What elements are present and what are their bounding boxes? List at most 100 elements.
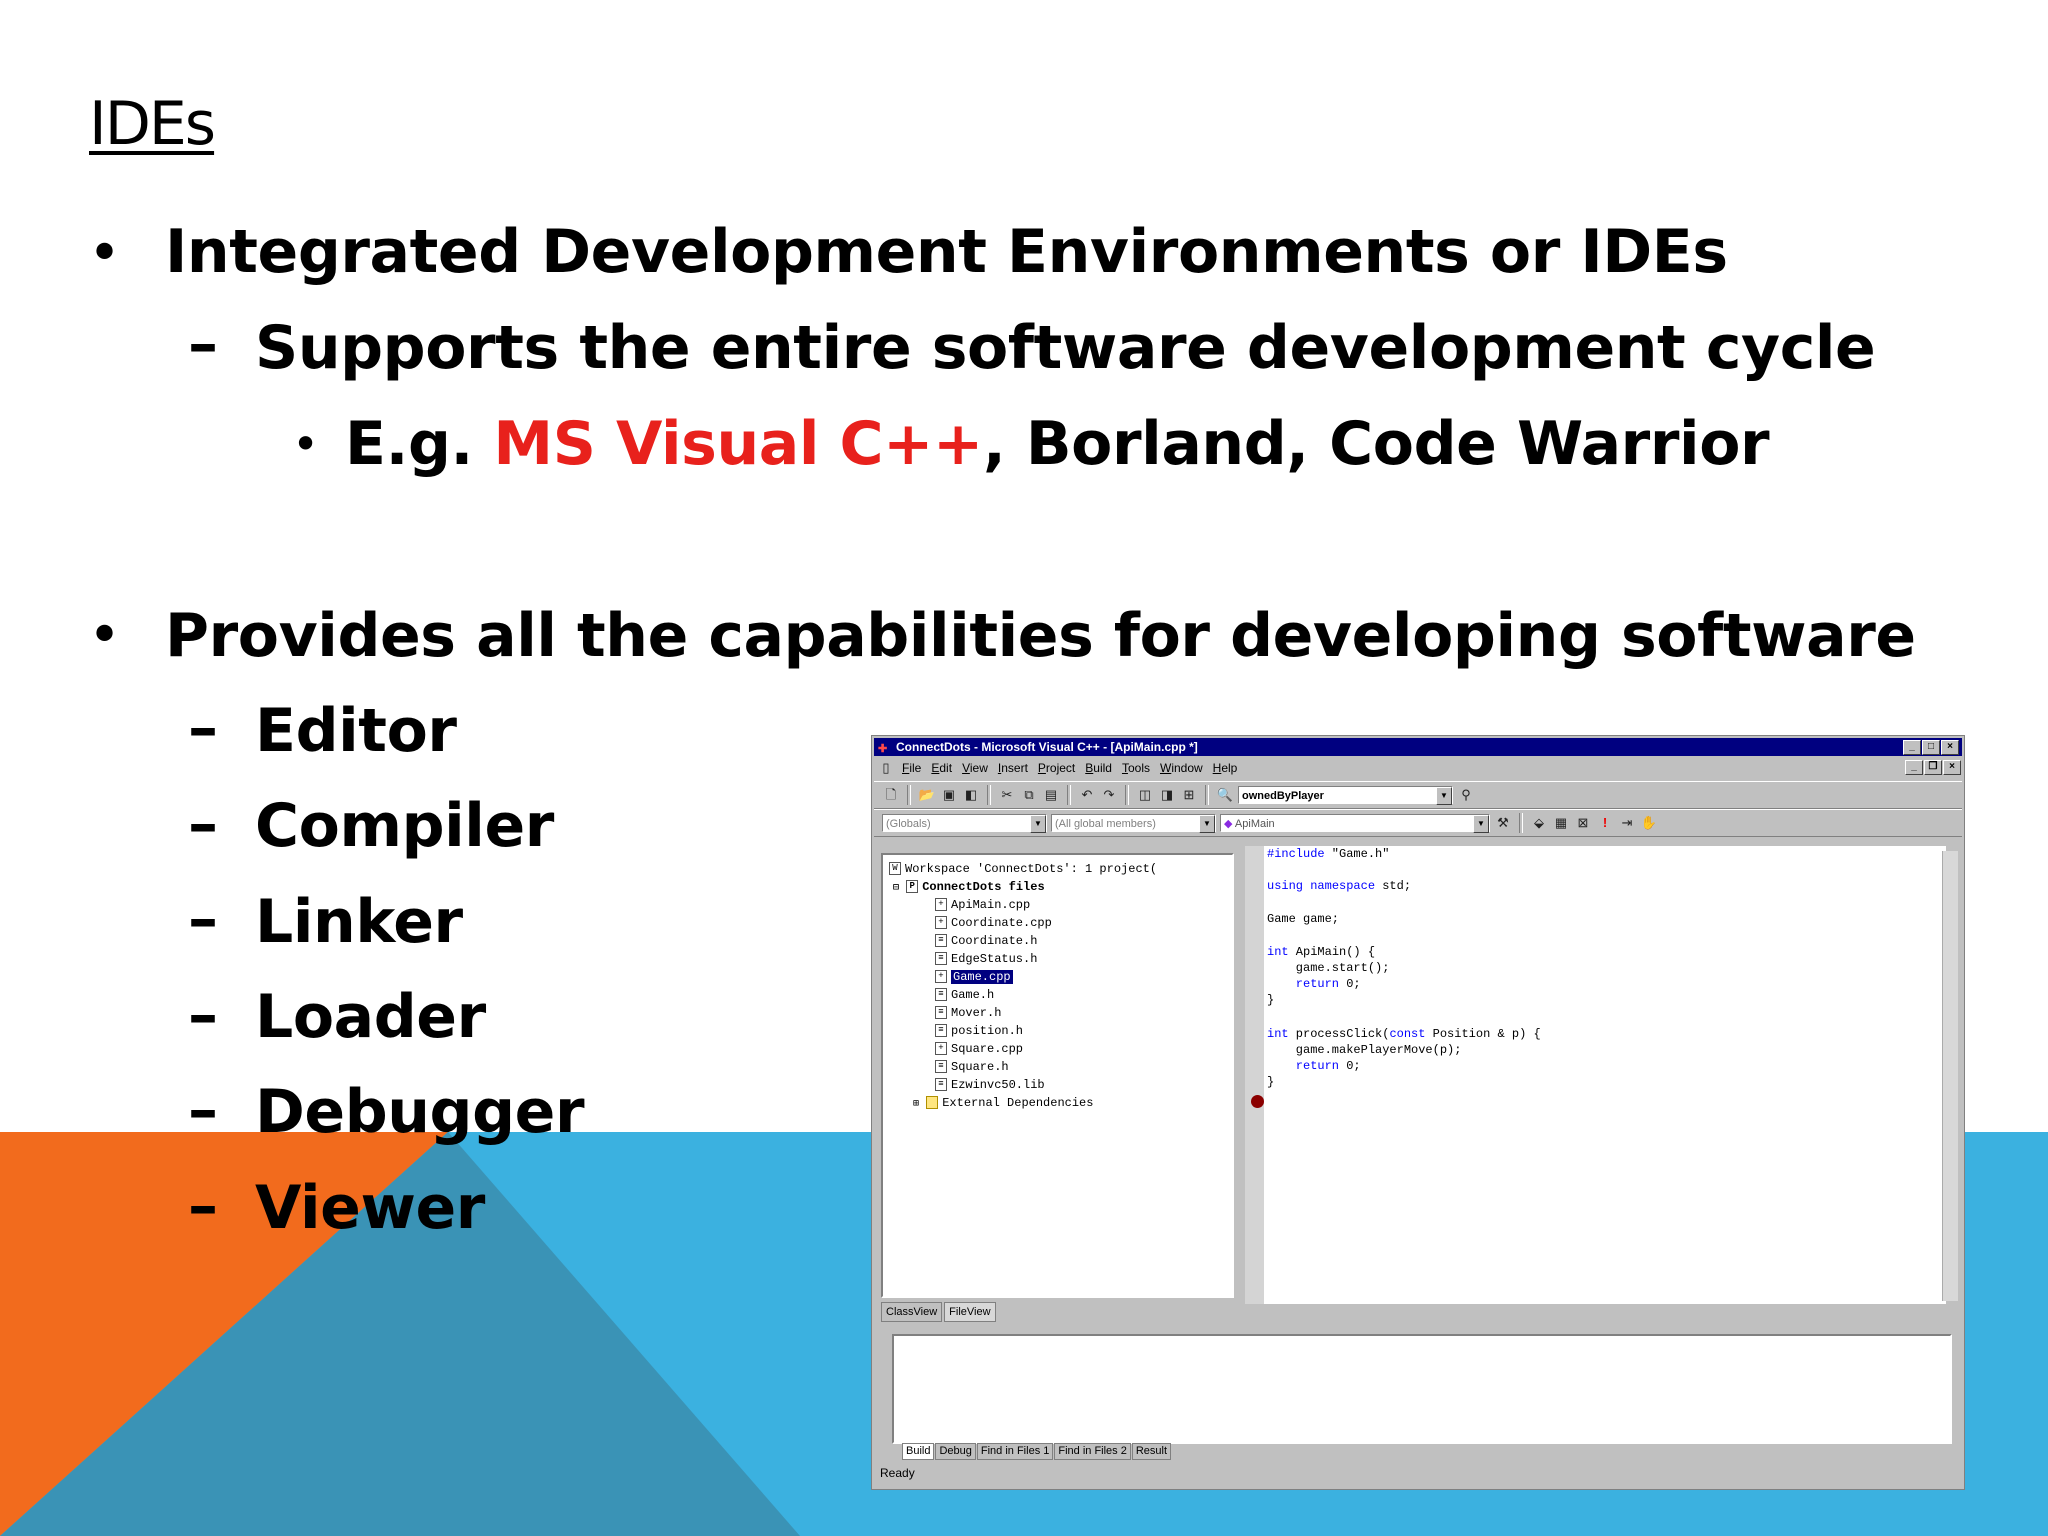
- tab-build[interactable]: Build: [902, 1443, 935, 1460]
- file-item[interactable]: ≡ position.h: [935, 1023, 1023, 1039]
- code-keyword: using: [1267, 879, 1304, 893]
- members-combo[interactable]: (All global members) ▼: [1051, 814, 1216, 833]
- menu-view[interactable]: View: [962, 761, 988, 775]
- file-label: EdgeStatus.h: [951, 952, 1038, 966]
- mdi-close-icon[interactable]: ×: [1943, 760, 1961, 775]
- mdi-restore-icon[interactable]: ❐: [1924, 760, 1942, 775]
- file-item[interactable]: ≡ Coordinate.h: [935, 933, 1037, 949]
- menu-file[interactable]: File: [902, 761, 921, 775]
- tab-find-in-files-1[interactable]: Find in Files 1: [976, 1443, 1054, 1460]
- item-linker: Linker: [255, 887, 463, 957]
- chevron-down-icon[interactable]: ▼: [1436, 787, 1452, 805]
- code-line: using namespace std;: [1267, 878, 1411, 894]
- file-item-selected[interactable]: + Game.cpp: [935, 969, 1013, 985]
- project-node[interactable]: ⊟ P ConnectDots files: [893, 879, 1045, 895]
- file-label: Square.h: [951, 1060, 1009, 1074]
- code-text: std;: [1375, 879, 1412, 893]
- menu-insert[interactable]: Insert: [998, 761, 1028, 775]
- external-dependencies-node[interactable]: ⊞ External Dependencies: [913, 1095, 1093, 1111]
- menu-tools[interactable]: Tools: [1122, 761, 1150, 775]
- dash-marker: –: [188, 1171, 218, 1241]
- tab-classview[interactable]: ClassView: [881, 1302, 943, 1322]
- file-label: Mover.h: [951, 1006, 1002, 1020]
- file-label: Coordinate.h: [951, 934, 1038, 948]
- workspace-root[interactable]: W Workspace 'ConnectDots': 1 project(: [889, 861, 1157, 877]
- mdi-minimize-icon[interactable]: _: [1905, 760, 1923, 775]
- cpp-file-icon: +: [935, 916, 947, 930]
- project-label: ConnectDots files: [922, 880, 1045, 894]
- build-icon[interactable]: ▦: [1552, 814, 1570, 832]
- menu-help[interactable]: Help: [1213, 761, 1238, 775]
- cut-icon[interactable]: ✂: [998, 786, 1016, 804]
- copy-icon[interactable]: ⧉: [1020, 786, 1038, 804]
- file-item[interactable]: ≡ Ezwinvc50.lib: [935, 1077, 1045, 1093]
- code-line: return 0;: [1267, 976, 1361, 992]
- code-line: }: [1267, 993, 1275, 1007]
- function-combo[interactable]: ◆ ApiMain ▼: [1220, 814, 1490, 833]
- dash-marker: –: [188, 1075, 218, 1145]
- undo-icon[interactable]: ↶: [1078, 786, 1096, 804]
- menu-edit[interactable]: Edit: [931, 761, 952, 775]
- file-item[interactable]: + Coordinate.cpp: [935, 915, 1052, 931]
- find-combo[interactable]: ownedByPlayer ▼: [1238, 786, 1453, 805]
- item-loader: Loader: [255, 982, 486, 1052]
- file-item[interactable]: + Square.cpp: [935, 1041, 1023, 1057]
- output-window-icon[interactable]: ◨: [1158, 786, 1176, 804]
- members-combo-value: (All global members): [1055, 818, 1156, 830]
- header-file-icon: ≡: [935, 1060, 947, 1074]
- code-keyword: return: [1267, 1059, 1340, 1073]
- paste-icon[interactable]: ▤: [1042, 786, 1060, 804]
- open-folder-icon[interactable]: 📂: [918, 786, 936, 804]
- wizard-wand-icon[interactable]: ⚒: [1494, 814, 1512, 832]
- code-line: game.start();: [1267, 961, 1390, 975]
- eg-prefix: E.g.: [345, 409, 494, 479]
- search-binoculars-icon[interactable]: ⚲: [1457, 786, 1475, 804]
- code-editor[interactable]: #include "Game.h" using namespace std; G…: [1264, 846, 1946, 1304]
- bullet-capabilities: Provides all the capabilities for develo…: [165, 601, 1916, 671]
- breakpoint-hand-icon[interactable]: ✋: [1640, 814, 1658, 832]
- header-file-icon: ≡: [935, 952, 947, 966]
- tab-find-in-files-2[interactable]: Find in Files 2: [1054, 1443, 1131, 1460]
- menu-window[interactable]: Window: [1160, 761, 1203, 775]
- maximize-icon[interactable]: □: [1922, 740, 1940, 755]
- file-item[interactable]: ≡ Mover.h: [935, 1005, 1001, 1021]
- file-item[interactable]: ≡ Game.h: [935, 987, 994, 1003]
- windows-list-icon[interactable]: ⊞: [1180, 786, 1198, 804]
- stop-build-icon[interactable]: ⊠: [1574, 814, 1592, 832]
- find-in-files-icon[interactable]: 🔍: [1216, 786, 1234, 804]
- editor-gutter: [1245, 846, 1265, 1304]
- sub-sub-bullet-examples: E.g. MS Visual C++, Borland, Code Warrio…: [345, 408, 1770, 480]
- expand-icon[interactable]: ⊞: [913, 1099, 919, 1110]
- close-icon[interactable]: ×: [1941, 740, 1959, 755]
- chevron-down-icon[interactable]: ▼: [1030, 815, 1046, 833]
- header-file-icon: ≡: [935, 934, 947, 948]
- save-icon[interactable]: ▣: [940, 786, 958, 804]
- collapse-icon[interactable]: ⊟: [893, 883, 899, 894]
- menu-project[interactable]: Project: [1038, 761, 1075, 775]
- chevron-down-icon[interactable]: ▼: [1473, 815, 1489, 833]
- new-file-icon[interactable]: 🗋: [882, 786, 900, 804]
- redo-icon[interactable]: ↷: [1100, 786, 1118, 804]
- dash-marker: –: [188, 789, 218, 859]
- file-item[interactable]: + ApiMain.cpp: [935, 897, 1030, 913]
- ide-window-title: ConnectDots - Microsoft Visual C++ - [Ap…: [896, 740, 1198, 754]
- tab-fileview[interactable]: FileView: [944, 1302, 996, 1322]
- save-all-icon[interactable]: ◧: [962, 786, 980, 804]
- code-line: return 0;: [1267, 1058, 1361, 1074]
- class-combo[interactable]: (Globals) ▼: [882, 814, 1047, 833]
- workspace-icon[interactable]: ◫: [1136, 786, 1154, 804]
- slide-title: IDEs: [89, 89, 216, 159]
- minimize-icon[interactable]: _: [1903, 740, 1921, 755]
- menu-build[interactable]: Build: [1085, 761, 1112, 775]
- chevron-down-icon[interactable]: ▼: [1199, 815, 1215, 833]
- tab-result[interactable]: Result: [1131, 1443, 1172, 1460]
- go-icon[interactable]: ⇥: [1618, 814, 1636, 832]
- file-item[interactable]: ≡ Square.h: [935, 1059, 1009, 1075]
- tab-debug[interactable]: Debug: [935, 1443, 976, 1460]
- compile-icon[interactable]: ⬙: [1530, 814, 1548, 832]
- dash-marker: –: [188, 309, 218, 379]
- breakpoint-icon[interactable]: [1251, 1095, 1264, 1108]
- execute-icon[interactable]: !: [1596, 814, 1614, 832]
- editor-vertical-scrollbar[interactable]: [1942, 851, 1958, 1301]
- file-item[interactable]: ≡ EdgeStatus.h: [935, 951, 1037, 967]
